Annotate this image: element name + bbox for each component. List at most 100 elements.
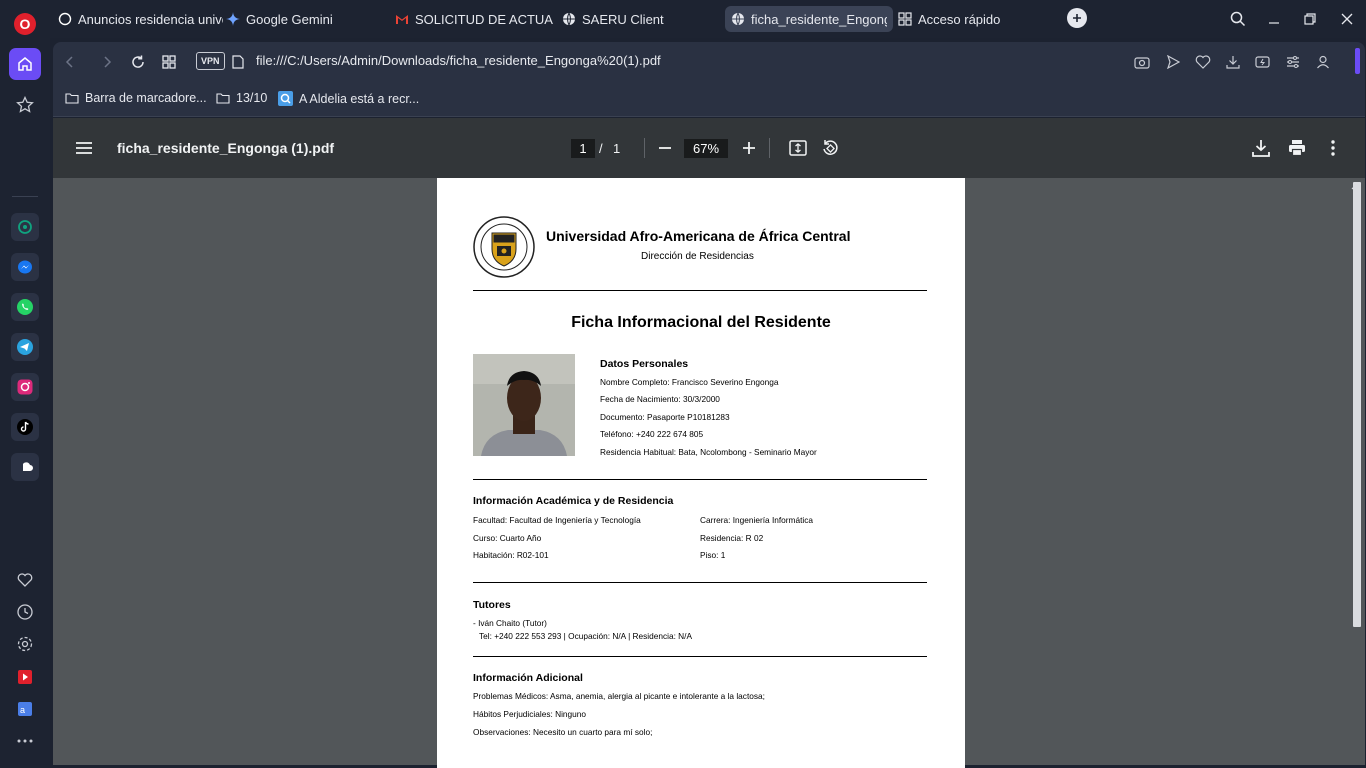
bookmark-label: A Aldelia está a recr...: [299, 91, 420, 106]
chatgpt-icon[interactable]: [11, 213, 39, 241]
menu-hamburger-icon[interactable]: [73, 137, 95, 159]
section-divider: [473, 479, 927, 480]
gmail-favicon-icon: [396, 15, 408, 24]
tab-label: SOLICITUD DE ACTUALIZA: [415, 11, 553, 27]
pdf-toolbar: ficha_residente_Engonga (1).pdf 1 / 1 67…: [53, 118, 1365, 178]
heart-bookmark-icon[interactable]: [1193, 52, 1213, 72]
tab-anuncios[interactable]: Anuncios residencia unive: [58, 6, 223, 32]
heart-icon[interactable]: [11, 566, 39, 594]
university-name: Universidad Afro-Americana de África Cen…: [546, 228, 851, 244]
phone-field: Teléfono: +240 222 674 805: [600, 429, 704, 439]
profile-icon[interactable]: [1313, 52, 1333, 72]
restore-icon[interactable]: [1299, 8, 1321, 30]
header-divider: [473, 290, 927, 291]
zoom-in-plus-icon[interactable]: [738, 137, 760, 159]
tab-gemini[interactable]: Google Gemini: [226, 6, 381, 32]
site-favicon-icon: [278, 91, 293, 106]
folder-icon: [216, 93, 230, 104]
soundcloud-icon[interactable]: [11, 453, 39, 481]
medical-problems-field: Problemas Médicos: Asma, anemia, alergia…: [473, 691, 765, 701]
page-total: 1: [613, 141, 621, 156]
bookmark-folder-barra[interactable]: Barra de marcadore...: [65, 91, 207, 105]
habitual-residence-field: Residencia Habitual: Bata, Ncolombong - …: [600, 447, 817, 457]
zoom-out-minus-icon[interactable]: [654, 137, 676, 159]
tab-label: SAERU Client: [582, 11, 664, 27]
tab-acceso-rapido[interactable]: Acceso rápido: [898, 6, 1018, 32]
whatsapp-icon[interactable]: [11, 293, 39, 321]
sidebar-panel-indicator[interactable]: [1355, 48, 1360, 74]
more-options-icon[interactable]: [1322, 137, 1344, 159]
reload-icon[interactable]: [127, 51, 149, 73]
url-field[interactable]: file:///C:/Users/Admin/Downloads/ficha_r…: [256, 53, 661, 68]
tab-saeru[interactable]: SAERU Client: [562, 6, 712, 32]
svg-text:a: a: [20, 705, 25, 715]
residence-building-field: Residencia: R 02: [700, 533, 764, 543]
new-tab-plus-icon[interactable]: [1067, 8, 1087, 28]
additional-info-heading: Información Adicional: [473, 672, 583, 684]
more-dots-icon[interactable]: [11, 727, 39, 755]
send-share-icon[interactable]: [1163, 52, 1183, 72]
birth-date-field: Fecha de Nacimiento: 30/3/2000: [600, 394, 720, 404]
fit-page-icon[interactable]: [787, 137, 809, 159]
settings-gear-icon[interactable]: [11, 630, 39, 658]
snapshot-camera-icon[interactable]: [1132, 52, 1152, 72]
zoom-input[interactable]: 67%: [684, 139, 728, 158]
bookmark-folder-1310[interactable]: 13/10: [216, 91, 267, 105]
folder-icon: [65, 93, 79, 104]
minimize-icon[interactable]: [1263, 8, 1285, 30]
openai-favicon-icon: [58, 12, 72, 26]
tab-bar: Anuncios residencia unive Google Gemini …: [50, 0, 1366, 38]
vertical-scrollbar-thumb[interactable]: [1353, 182, 1361, 627]
tutor-details: Tel: +240 222 553 293 | Ocupación: N/A |…: [479, 631, 693, 641]
floor-field: Piso: 1: [700, 550, 726, 560]
document-title: Ficha Informacional del Residente: [571, 314, 831, 331]
section-divider: [473, 582, 927, 583]
opera-logo-icon[interactable]: O: [14, 13, 36, 35]
telegram-icon[interactable]: [11, 333, 39, 361]
resident-photo: [473, 354, 575, 456]
tab-label: Acceso rápido: [918, 11, 1001, 27]
tab-solicitud[interactable]: SOLICITUD DE ACTUALIZA: [395, 6, 553, 32]
back-arrow-icon[interactable]: [59, 51, 81, 73]
observations-field: Observaciones: Necesito un cuarto para m…: [473, 727, 653, 737]
translate-icon[interactable]: a: [11, 695, 39, 723]
address-bar: VPN file:///C:/Users/Admin/Downloads/fic…: [53, 42, 1365, 81]
career-field: Carrera: Ingeniería Informática: [700, 515, 813, 525]
tab-ficha-residente[interactable]: ficha_residente_Engonga (: [725, 6, 893, 32]
tab-label: Anuncios residencia unive: [78, 11, 223, 27]
home-icon[interactable]: [9, 48, 41, 80]
search-icon[interactable]: [1227, 8, 1249, 30]
instagram-icon[interactable]: [11, 373, 39, 401]
close-icon[interactable]: [1336, 8, 1358, 30]
vpn-badge[interactable]: VPN: [196, 52, 225, 70]
forward-arrow-icon[interactable]: [96, 51, 118, 73]
download-icon[interactable]: [1250, 137, 1272, 159]
room-field: Habitación: R02-101: [473, 550, 549, 560]
tab-label: Google Gemini: [246, 11, 333, 27]
page-number-input[interactable]: 1: [571, 139, 595, 158]
harmful-habits-field: Hábitos Perjudiciales: Ninguno: [473, 709, 586, 719]
tiktok-icon[interactable]: [11, 413, 39, 441]
sidebar-divider: [12, 196, 38, 197]
star-icon[interactable]: [11, 91, 39, 119]
pdf-page: Universidad Afro-Americana de África Cen…: [437, 178, 965, 768]
academic-info-heading: Información Académica y de Residencia: [473, 495, 674, 507]
globe-favicon-icon: [732, 12, 744, 26]
full-name-field: Nombre Completo: Francisco Severino Engo…: [600, 377, 779, 387]
bookmark-aldelia[interactable]: A Aldelia está a recr...: [278, 91, 419, 106]
messenger-icon[interactable]: [11, 253, 39, 281]
document-id-field: Documento: Pasaporte P10181283: [600, 412, 730, 422]
easy-setup-sliders-icon[interactable]: [1283, 52, 1303, 72]
history-clock-icon[interactable]: [11, 598, 39, 626]
print-icon[interactable]: [1286, 137, 1308, 159]
toolbar-divider: [769, 138, 770, 158]
player-icon[interactable]: [11, 663, 39, 691]
course-field: Curso: Cuarto Año: [473, 533, 542, 543]
bookmarks-bar: Barra de marcadore... 13/10 A Aldelia es…: [53, 81, 1365, 117]
rotate-icon[interactable]: [819, 137, 841, 159]
pdf-viewer: ficha_residente_Engonga (1).pdf 1 / 1 67…: [53, 118, 1365, 768]
battery-saver-icon[interactable]: [1253, 52, 1273, 72]
section-divider: [473, 656, 927, 657]
download-icon[interactable]: [1223, 52, 1243, 72]
tab-grid-icon[interactable]: [158, 51, 180, 73]
